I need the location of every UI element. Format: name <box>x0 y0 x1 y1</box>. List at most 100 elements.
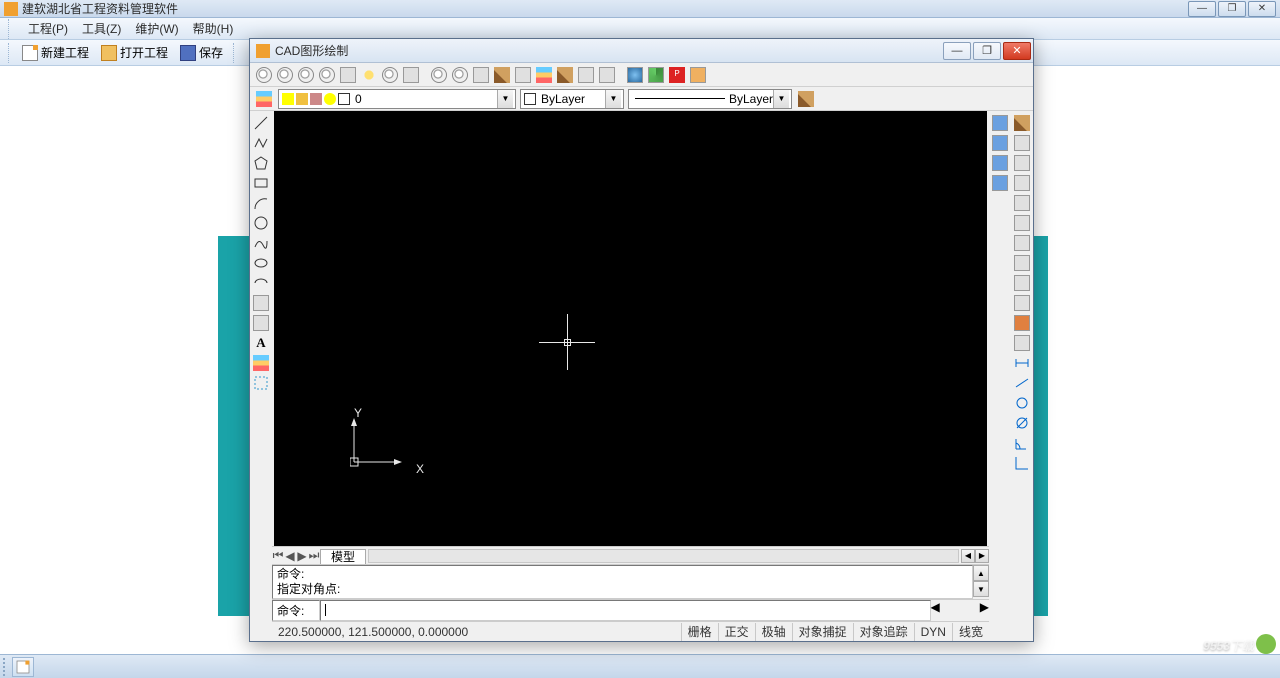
pan-button[interactable] <box>401 65 421 85</box>
cmd-scroll-up[interactable]: ▲ <box>973 565 989 581</box>
polyline-tool[interactable] <box>251 133 271 153</box>
make-block-tool[interactable] <box>251 313 271 333</box>
menu-project[interactable]: 工程(P) <box>28 20 68 37</box>
match-prop-button[interactable] <box>555 65 575 85</box>
tab-nav-next[interactable]: ▶ <box>296 549 308 563</box>
copy-tool[interactable] <box>990 113 1010 133</box>
mode-lineweight[interactable]: 线宽 <box>952 623 989 641</box>
cad-minimize-button[interactable]: — <box>943 42 971 60</box>
taskbar-item[interactable] <box>12 657 34 677</box>
extend-tool[interactable] <box>1012 253 1032 273</box>
array-tool[interactable] <box>1012 133 1032 153</box>
tab-nav-first[interactable]: ⏮ <box>272 548 284 563</box>
drawing-canvas[interactable]: Y X <box>274 111 987 546</box>
cad-maximize-button[interactable]: ❐ <box>973 42 1001 60</box>
undo-button[interactable] <box>576 65 596 85</box>
cmd-hscroll-left[interactable]: ◀ <box>931 600 940 621</box>
ellipse-arc-tool[interactable] <box>251 273 271 293</box>
spline-tool[interactable] <box>251 233 271 253</box>
mode-otrack[interactable]: 对象追踪 <box>853 623 914 641</box>
zoom-in-button[interactable] <box>275 65 295 85</box>
regen-button[interactable] <box>471 65 491 85</box>
cad-close-button[interactable]: ✕ <box>1003 42 1031 60</box>
new-project-button[interactable]: 新建工程 <box>18 42 93 63</box>
close-button[interactable]: ✕ <box>1248 1 1276 17</box>
export-image-button[interactable] <box>688 65 708 85</box>
cmd-hscroll-track[interactable] <box>940 600 980 621</box>
cmd-scroll-down[interactable]: ▼ <box>973 581 989 597</box>
insert-block-tool[interactable] <box>251 293 271 313</box>
refresh-button[interactable] <box>646 65 666 85</box>
maximize-button[interactable]: ❐ <box>1218 1 1246 17</box>
cmd-hscroll-right[interactable]: ▶ <box>980 600 989 621</box>
break2-tool[interactable] <box>1012 293 1032 313</box>
linetype-button[interactable] <box>796 89 816 109</box>
erase-tool[interactable] <box>1012 113 1032 133</box>
render-button[interactable] <box>513 65 533 85</box>
dim-radius-tool[interactable] <box>1012 393 1032 413</box>
paint-button[interactable] <box>492 65 512 85</box>
chamfer-tool[interactable] <box>1012 333 1032 353</box>
save-button[interactable]: 保存 <box>176 42 227 63</box>
rotate-tool[interactable] <box>1012 173 1032 193</box>
command-input[interactable] <box>320 600 931 621</box>
line-tool[interactable] <box>251 113 271 133</box>
break-tool[interactable] <box>1012 273 1032 293</box>
redo-button[interactable] <box>597 65 617 85</box>
tab-nav-prev[interactable]: ◀ <box>284 549 296 563</box>
hatch-tool[interactable] <box>251 353 271 373</box>
mode-dyn[interactable]: DYN <box>914 623 952 641</box>
menu-maintain[interactable]: 维护(W) <box>135 20 178 37</box>
zoom-previous-button[interactable] <box>338 65 358 85</box>
coordinate-readout[interactable]: 220.500000, 121.500000, 0.000000 <box>272 625 681 639</box>
dim-diameter-tool[interactable] <box>1012 413 1032 433</box>
move-tool[interactable] <box>1012 153 1032 173</box>
offset-tool[interactable] <box>990 173 1010 193</box>
mirror-tool[interactable] <box>990 153 1010 173</box>
menu-help[interactable]: 帮助(H) <box>193 20 234 37</box>
mode-ortho[interactable]: 正交 <box>718 623 755 641</box>
hscroll-left[interactable]: ◀ <box>961 549 975 563</box>
zoom-center-button[interactable] <box>429 65 449 85</box>
menu-tools[interactable]: 工具(Z) <box>82 20 121 37</box>
scale-tool[interactable] <box>1012 193 1032 213</box>
zoom-dynamic-button[interactable] <box>450 65 470 85</box>
stretch-tool[interactable] <box>1012 213 1032 233</box>
dim-aligned-tool[interactable] <box>1012 373 1032 393</box>
text-tool[interactable]: A <box>251 333 271 353</box>
zoom-realtime-button[interactable] <box>359 65 379 85</box>
lineweight-dropdown[interactable]: ByLayer ▼ <box>628 89 792 109</box>
dim-linear-tool[interactable] <box>1012 353 1032 373</box>
minimize-button[interactable]: — <box>1188 1 1216 17</box>
zoom-window-button[interactable] <box>254 65 274 85</box>
tab-model[interactable]: 模型 <box>320 549 366 565</box>
layer-dropdown[interactable]: 0 ▼ <box>278 89 516 109</box>
export-pdf-button[interactable]: P <box>667 65 687 85</box>
trim-tool[interactable] <box>1012 233 1032 253</box>
cad-titlebar[interactable]: CAD图形绘制 — ❐ ✕ <box>250 39 1033 63</box>
mode-osnap[interactable]: 对象捕捉 <box>792 623 853 641</box>
command-history[interactable]: 命令: 指定对角点: <box>272 565 973 599</box>
zoom-scale-button[interactable] <box>380 65 400 85</box>
region-tool[interactable] <box>251 373 271 393</box>
polygon-tool[interactable] <box>251 153 271 173</box>
color-dropdown[interactable]: ByLayer ▼ <box>520 89 624 109</box>
main-titlebar[interactable]: 建软湖北省工程资料管理软件 — ❐ ✕ <box>0 0 1280 18</box>
circle-tool[interactable] <box>251 213 271 233</box>
mode-grid[interactable]: 栅格 <box>681 623 718 641</box>
hscroll-right[interactable]: ▶ <box>975 549 989 563</box>
copy-multiple-tool[interactable] <box>990 133 1010 153</box>
globe-button[interactable] <box>625 65 645 85</box>
ellipse-tool[interactable] <box>251 253 271 273</box>
zoom-out-button[interactable] <box>296 65 316 85</box>
rectangle-tool[interactable] <box>251 173 271 193</box>
tab-nav-last[interactable]: ⏭ <box>308 548 320 563</box>
open-project-button[interactable]: 打开工程 <box>97 42 172 63</box>
mode-polar[interactable]: 极轴 <box>755 623 792 641</box>
dim-angular-tool[interactable] <box>1012 433 1032 453</box>
dim-ordinate-tool[interactable] <box>1012 453 1032 473</box>
explode-tool[interactable] <box>1012 313 1032 333</box>
hscroll-track[interactable] <box>368 549 959 563</box>
arc-tool[interactable] <box>251 193 271 213</box>
layer-manager-button[interactable] <box>254 89 274 109</box>
